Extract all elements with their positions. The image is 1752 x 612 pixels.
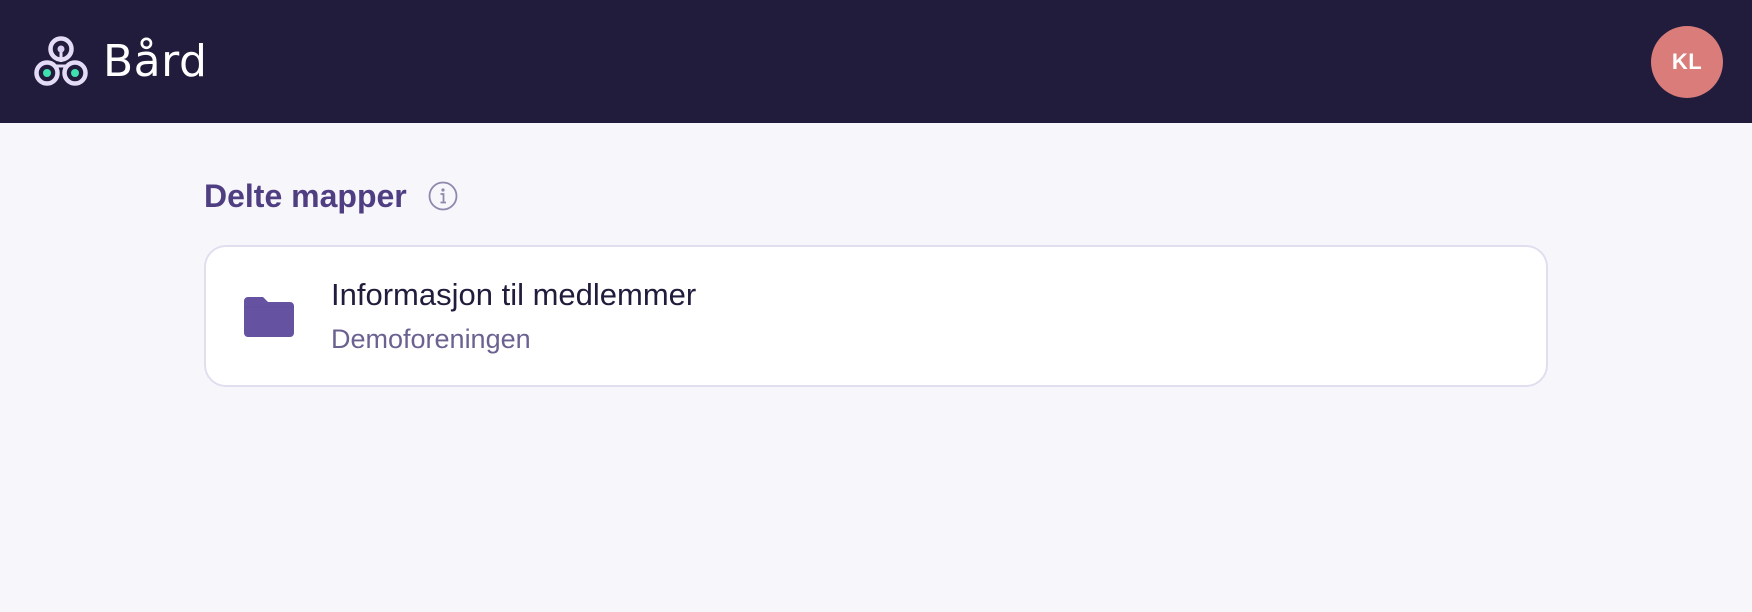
page-title: Delte mapper [204,177,407,214]
main-content: Delte mapper Informasjon til medlemmer D… [204,168,1548,387]
info-icon[interactable] [427,180,459,212]
folder-icon [244,297,294,337]
folder-organization: Demoforeningen [331,324,531,354]
top-bar: Bård KL [0,0,1752,123]
brand-home-link[interactable]: Bård [33,34,207,90]
network-logo-icon [34,35,88,86]
user-avatar[interactable]: KL [1651,25,1723,98]
folder-text: Informasjon til medlemmer Demoforeningen [331,276,696,356]
folder-card[interactable]: Informasjon til medlemmer Demoforeningen [204,245,1548,387]
section-header: Delte mapper [204,168,1548,224]
folder-name: Informasjon til medlemmer [331,277,697,312]
brand-name: Bård [103,36,208,87]
